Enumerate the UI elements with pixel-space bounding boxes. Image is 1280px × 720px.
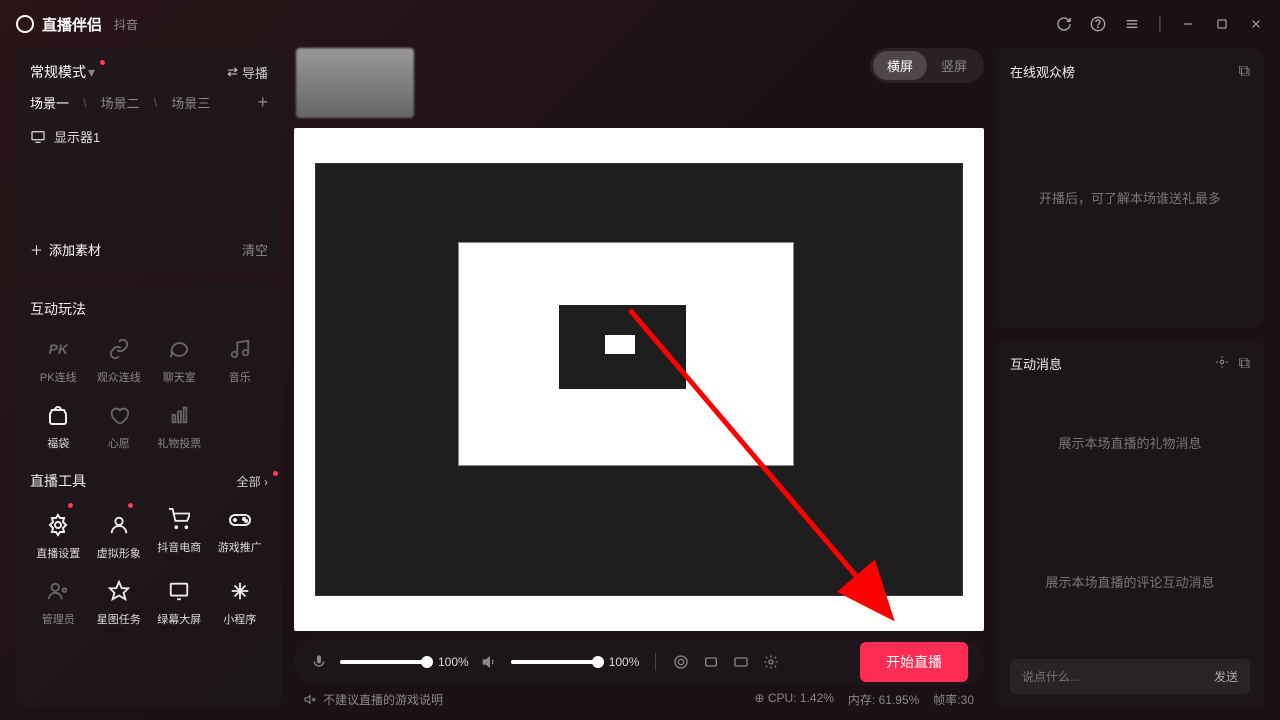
stream-settings-tool[interactable]: 直播设置	[30, 501, 87, 565]
game-promo-tool[interactable]: 游戏推广	[212, 501, 269, 565]
mic-slider[interactable]: 100%	[340, 655, 469, 669]
ecommerce-tool[interactable]: 抖音电商	[151, 501, 208, 565]
app-logo: 直播伴侣 抖音	[16, 14, 138, 35]
refresh-icon[interactable]	[1056, 16, 1072, 32]
start-stream-button[interactable]: 开始直播	[860, 642, 968, 682]
pk-tool[interactable]: PKPK连线	[30, 331, 87, 389]
app-subtitle: 抖音	[114, 16, 138, 33]
effects-icon[interactable]	[672, 653, 690, 671]
add-material-button[interactable]: ＋ 添加素材	[30, 240, 101, 259]
send-button[interactable]: 发送	[1214, 668, 1238, 685]
orientation-toggle[interactable]: 横屏 竖屏	[870, 48, 984, 83]
admin-tool[interactable]: 管理员	[30, 573, 87, 631]
close-button[interactable]	[1248, 16, 1264, 32]
speaker-slider[interactable]: 100%	[511, 655, 640, 669]
scene-tab-1[interactable]: 场景一	[30, 93, 69, 112]
director-button[interactable]: ⇄ 导播	[227, 63, 268, 82]
tools-title: 直播工具	[30, 471, 86, 491]
mode-dropdown[interactable]: 常规模式▾	[30, 62, 95, 82]
source-item[interactable]: 显示器1	[30, 123, 268, 150]
scene-tabs: 场景一 \ 场景二 \ 场景三 +	[30, 92, 268, 113]
audience-panel: 在线观众榜 ⧉ 开播后，可了解本场谁送礼最多	[996, 48, 1264, 328]
msg-settings-icon[interactable]	[1215, 355, 1229, 373]
luckybag-tool[interactable]: 福袋	[30, 397, 87, 455]
status-bar: 不建议直播的游戏说明 ⊕ CPU: 1.42% 内存: 61.95% 帧率:30	[294, 685, 984, 708]
titlebar: 直播伴侣 抖音 |	[0, 0, 1280, 48]
control-settings-icon[interactable]	[762, 653, 780, 671]
scene-tab-2[interactable]: 场景二	[101, 93, 140, 112]
mic-icon[interactable]	[310, 653, 328, 671]
aspect-icon[interactable]	[732, 653, 750, 671]
menu-icon[interactable]	[1124, 16, 1140, 32]
game-warning-link[interactable]: 不建议直播的游戏说明	[304, 691, 443, 708]
greenscreen-tool[interactable]: 绿幕大屏	[151, 573, 208, 631]
avatar-tool[interactable]: 虚拟形象	[91, 501, 148, 565]
control-bar: 100% 100% 开始直播	[294, 639, 984, 685]
cpu-stat: ⊕ CPU: 1.42%	[754, 691, 833, 708]
preview-area[interactable]	[294, 128, 984, 631]
messages-title: 互动消息	[1010, 354, 1062, 373]
audience-title: 在线观众榜	[1010, 62, 1075, 81]
scene-panel: 常规模式▾ ⇄ 导播 场景一 \ 场景二 \ 场景三 + 显示器1 ＋ 添加素材…	[16, 48, 282, 273]
interact-panel: 互动玩法 PKPK连线 观众连线 聊天室 音乐 福袋 心愿 礼物投票 直播工具 …	[16, 285, 282, 708]
app-title: 直播伴侣	[42, 14, 102, 35]
miniapp-tool[interactable]: 小程序	[212, 573, 269, 631]
audience-placeholder: 开播后，可了解本场谁送礼最多	[1010, 148, 1250, 247]
msg-popout-icon[interactable]: ⧉	[1239, 355, 1250, 373]
landscape-option[interactable]: 横屏	[873, 51, 927, 80]
user-avatar-box	[296, 48, 414, 118]
maximize-button[interactable]	[1214, 16, 1230, 32]
popout-icon[interactable]: ⧉	[1239, 63, 1250, 81]
gift-vote-tool[interactable]: 礼物投票	[151, 397, 208, 455]
portrait-option[interactable]: 竖屏	[927, 51, 981, 80]
wish-tool[interactable]: 心愿	[91, 397, 148, 455]
minimize-button[interactable]	[1180, 16, 1196, 32]
interact-title: 互动玩法	[30, 299, 268, 319]
gift-msg-placeholder: 展示本场直播的礼物消息	[1010, 393, 1250, 492]
comment-msg-placeholder: 展示本场直播的评论互动消息	[1010, 532, 1250, 631]
audience-link-tool[interactable]: 观众连线	[91, 331, 148, 389]
add-scene-button[interactable]: +	[257, 92, 268, 113]
music-tool[interactable]: 音乐	[212, 331, 269, 389]
messages-panel: 互动消息 ⧉ 展示本场直播的礼物消息 展示本场直播的评论互动消息 说点什么...…	[996, 340, 1264, 708]
crop-icon[interactable]	[702, 653, 720, 671]
monitor-icon	[30, 129, 46, 145]
mem-stat: 内存: 61.95%	[848, 691, 919, 708]
scene-tab-3[interactable]: 场景三	[171, 93, 210, 112]
clear-button[interactable]: 清空	[242, 240, 268, 259]
speaker-icon[interactable]	[481, 653, 499, 671]
star-task-tool[interactable]: 星图任务	[91, 573, 148, 631]
all-tools-link[interactable]: 全部 ›	[237, 473, 268, 490]
logo-icon	[16, 15, 34, 33]
help-icon[interactable]	[1090, 16, 1106, 32]
fps-stat: 帧率:30	[933, 691, 974, 708]
chat-input[interactable]: 说点什么... 发送	[1010, 659, 1250, 694]
chatroom-tool[interactable]: 聊天室	[151, 331, 208, 389]
